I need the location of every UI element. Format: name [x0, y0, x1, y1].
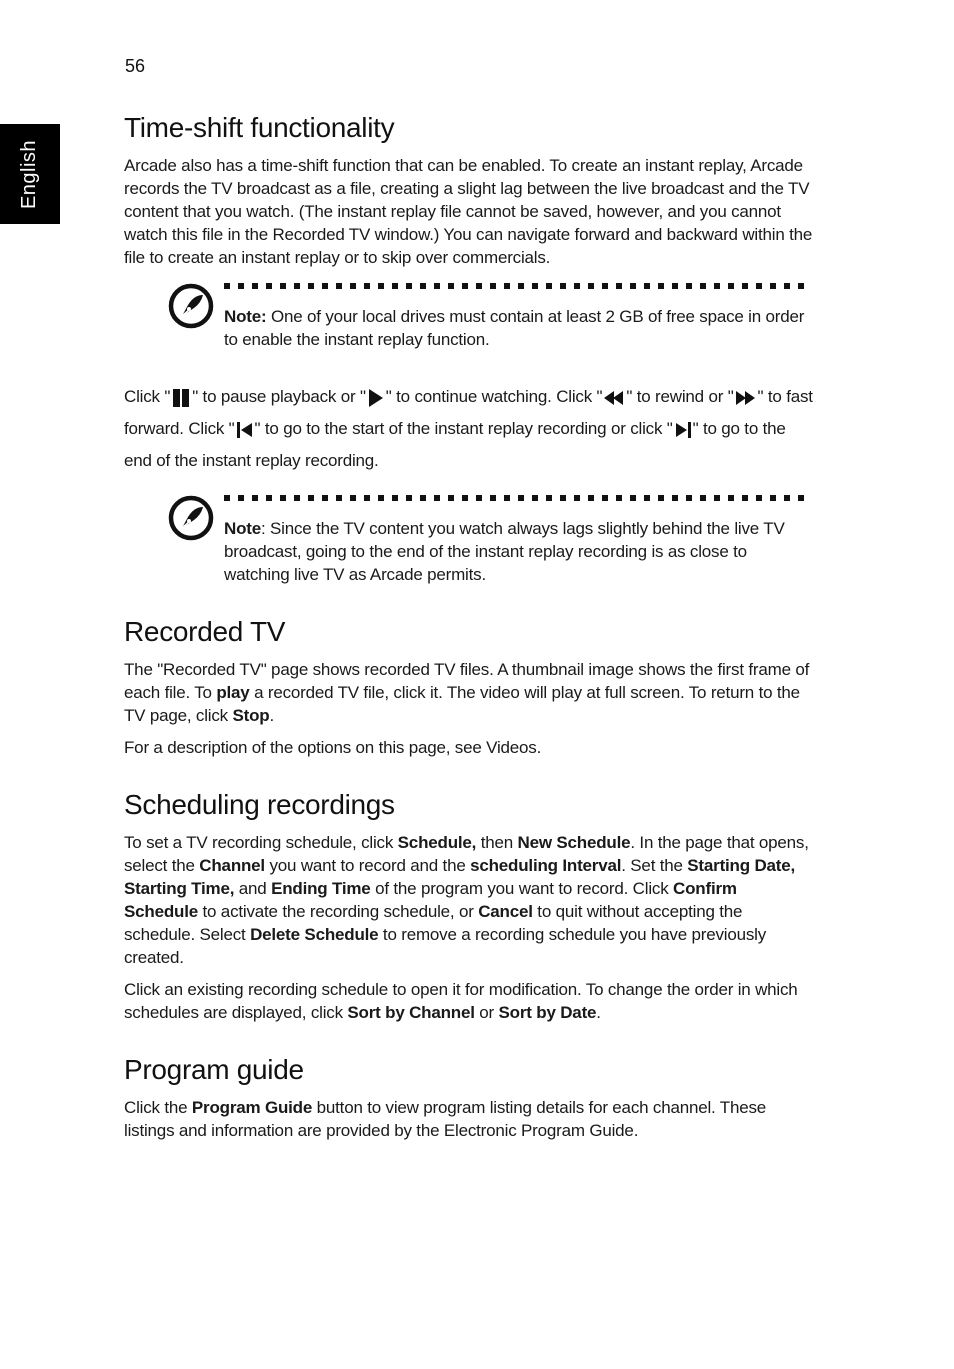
- language-tab-label: English: [18, 139, 41, 209]
- text-run: to activate the recording schedule, or: [197, 902, 479, 921]
- note-body: One of your local drives must contain at…: [224, 307, 805, 349]
- text-run: and: [234, 879, 272, 898]
- ui-keyword: Sort by Date: [498, 1003, 597, 1022]
- language-tab: English: [0, 124, 60, 224]
- pause-icon: [173, 388, 190, 407]
- controls-text: Click ": [124, 387, 171, 406]
- ui-keyword: New Schedule: [517, 833, 631, 852]
- page-content: Time-shift functionality Arcade also has…: [124, 112, 814, 1142]
- text-run: then: [476, 833, 518, 852]
- recorded-tv-options-paragraph: For a description of the options on this…: [124, 738, 542, 757]
- controls-text: " to rewind or ": [626, 387, 734, 406]
- text-run: you want to record and the: [264, 856, 471, 875]
- text-run: .: [269, 706, 274, 725]
- text-run: Click the: [124, 1098, 192, 1117]
- controls-text: " to pause playback or ": [192, 387, 366, 406]
- ui-keyword: Channel: [199, 856, 265, 875]
- ui-keyword: Ending Time: [271, 879, 371, 898]
- dotted-divider: [224, 495, 809, 501]
- text-run: .: [596, 1003, 601, 1022]
- rewind-icon: [604, 390, 624, 405]
- program-guide-paragraph: Click the Program Guide button to view p…: [124, 1096, 814, 1142]
- program-guide-keyword: Program Guide: [191, 1098, 313, 1117]
- stop-keyword: Stop: [232, 706, 270, 725]
- controls-text: " to continue watching. Click ": [385, 387, 603, 406]
- page-number: 56: [125, 56, 146, 76]
- note-text: Note: Since the TV content you watch alw…: [224, 517, 809, 586]
- scheduling-paragraph: To set a TV recording schedule, click Sc…: [124, 831, 814, 969]
- skip-to-start-icon: [236, 421, 252, 438]
- note-pen-icon: [168, 495, 214, 541]
- ui-keyword: Cancel: [478, 902, 533, 921]
- playback-controls-paragraph: Click " " to pause playback or " " to cont…: [124, 381, 814, 477]
- heading-time-shift: Time-shift functionality: [124, 112, 395, 143]
- play-keyword: play: [216, 683, 250, 702]
- text-run: . Set the: [621, 856, 688, 875]
- note-box-drive-space: Note: One of your local drives must cont…: [168, 283, 809, 351]
- recorded-tv-paragraph: The "Recorded TV" page shows recorded TV…: [124, 658, 814, 727]
- play-icon: [368, 388, 383, 407]
- text-run: of the program you want to record. Click: [370, 879, 674, 898]
- note-label: Note:: [224, 307, 267, 326]
- heading-recorded-tv: Recorded TV: [124, 616, 286, 647]
- heading-scheduling: Scheduling recordings: [124, 789, 395, 820]
- note-text: Note: One of your local drives must cont…: [224, 305, 809, 351]
- ui-keyword: Delete Schedule: [250, 925, 379, 944]
- ui-keyword: Schedule,: [397, 833, 477, 852]
- ui-keyword: scheduling Interval: [470, 856, 622, 875]
- note-pen-icon: [168, 283, 214, 329]
- text-run: To set a TV recording schedule, click: [124, 833, 398, 852]
- scheduling-sort-paragraph: Click an existing recording schedule to …: [124, 978, 814, 1024]
- time-shift-paragraph: Arcade also has a time-shift function th…: [124, 156, 813, 267]
- note-box-live-tv: Note: Since the TV content you watch alw…: [168, 495, 809, 586]
- heading-program-guide: Program guide: [124, 1054, 304, 1085]
- ui-keyword: Sort by Channel: [347, 1003, 475, 1022]
- text-run: or: [474, 1003, 499, 1022]
- dotted-divider: [224, 283, 809, 289]
- fast-forward-icon: [735, 390, 755, 405]
- note-label: Note: [224, 519, 261, 538]
- controls-text: " to go to the start of the instant repl…: [254, 419, 673, 438]
- skip-to-end-icon: [675, 421, 691, 438]
- note-body: : Since the TV content you watch always …: [224, 519, 785, 584]
